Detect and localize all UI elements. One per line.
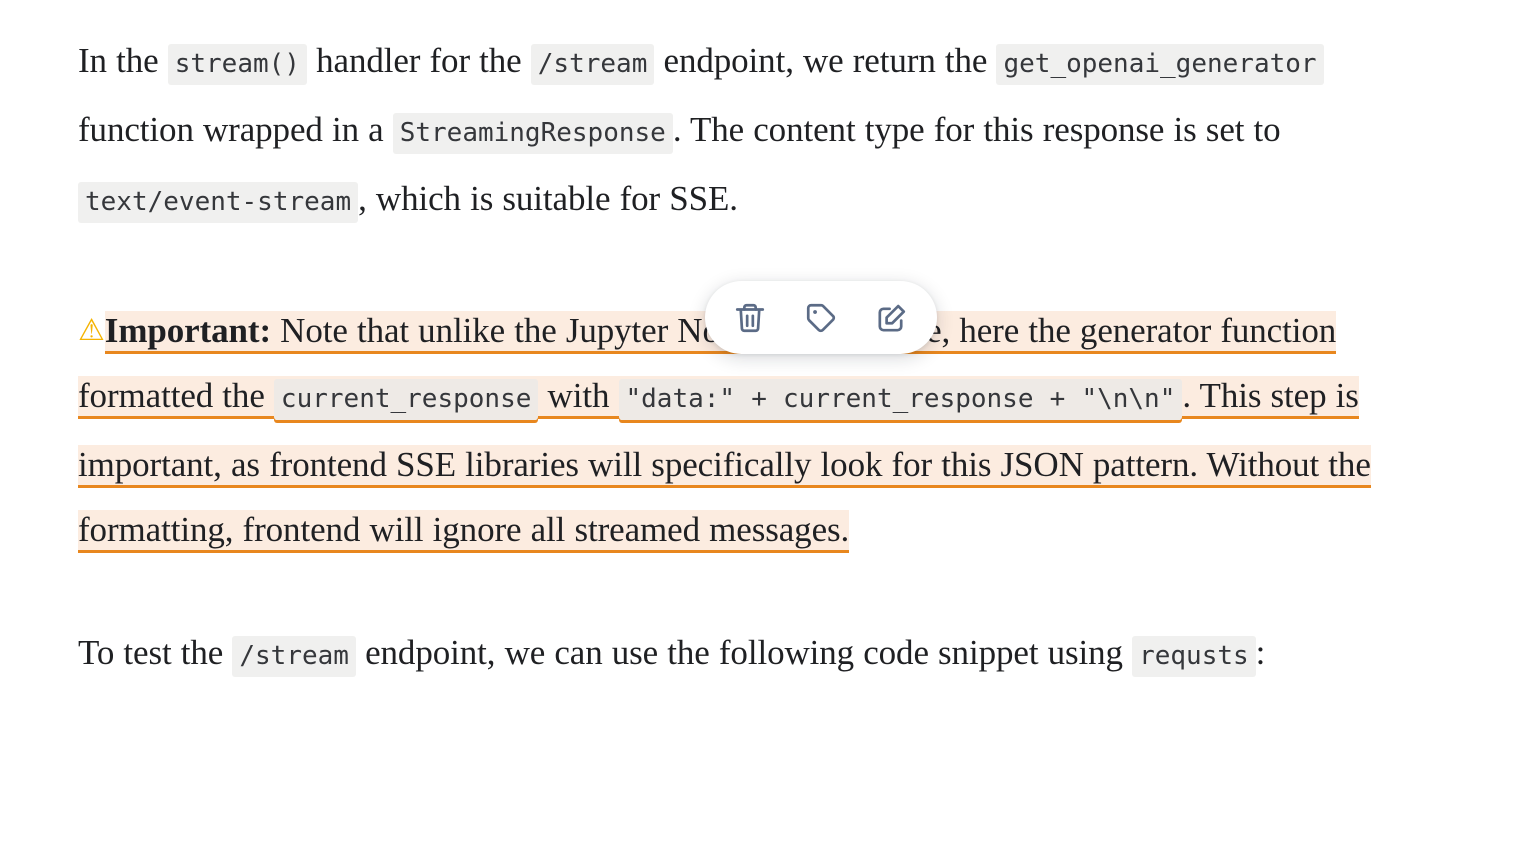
paragraph-test-endpoint: To test the /stream endpoint, we can use… [78, 620, 1440, 689]
inline-code-text-event-stream: text/event-stream [78, 182, 359, 223]
inline-code-current-response: current_response [273, 379, 539, 420]
inline-code-requsts: requsts [1132, 636, 1256, 677]
tag-icon [804, 301, 838, 335]
text-run: . The content type for this response is … [672, 110, 1281, 149]
inline-code-stream-endpoint: /stream [530, 44, 655, 85]
inline-code-stream-endpoint-2: /stream [232, 636, 356, 677]
inline-code-streaming-response: StreamingResponse [392, 113, 673, 154]
text-run: To test the [78, 633, 233, 672]
important-label: Important: [104, 311, 272, 350]
text-run: , which is suitable for SSE. [358, 179, 738, 218]
inline-code-data-concat: "data:" + current_response + "\n\n" [618, 379, 1183, 420]
annotation-toolbar[interactable] [705, 281, 937, 354]
text-run: : [1255, 633, 1266, 672]
text-run: In the [78, 41, 168, 80]
edit-note-icon [875, 301, 909, 335]
edit-annotation-button[interactable] [866, 292, 918, 344]
trash-icon [733, 301, 767, 335]
text-run: endpoint, we return the [654, 41, 997, 80]
inline-code-stream-fn: stream() [167, 44, 307, 85]
warning-icon: ⚠ [78, 313, 105, 348]
text-run: with [538, 376, 619, 415]
inline-code-get-openai-generator: get_openai_generator [996, 44, 1324, 85]
text-run: function wrapped in a [78, 110, 393, 149]
text-run: handler for the [306, 41, 531, 80]
delete-annotation-button[interactable] [724, 292, 776, 344]
text-run: endpoint, we can use the following code … [355, 633, 1133, 672]
paragraph-stream-handler: In the stream() handler for the /stream … [78, 28, 1440, 235]
tag-annotation-button[interactable] [795, 292, 847, 344]
